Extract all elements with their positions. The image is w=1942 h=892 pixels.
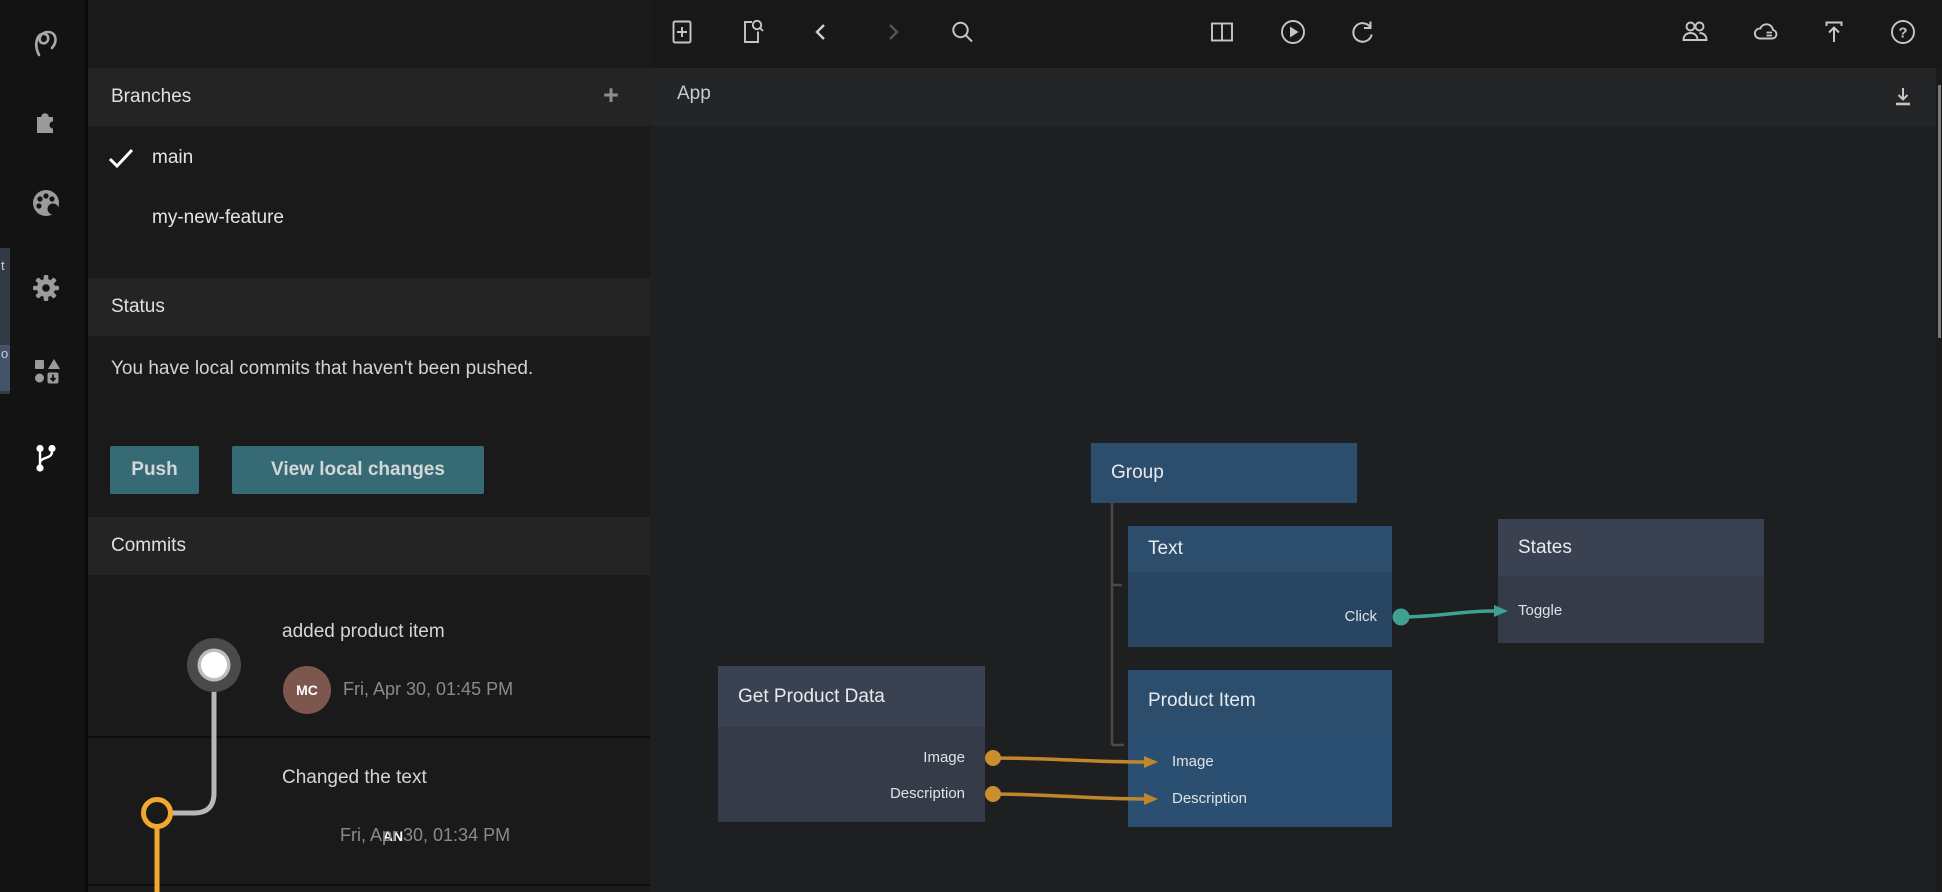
output-port-click[interactable]: Click <box>1345 607 1378 627</box>
commit-date: Fri, Apr 30, 01:34 PM <box>340 825 510 846</box>
help-icon[interactable]: ? <box>1889 18 1917 46</box>
node-title: Product Item <box>1128 670 1392 731</box>
output-port-description[interactable]: Description <box>890 784 965 804</box>
status-message: You have local commits that haven't been… <box>111 352 611 385</box>
commit-divider <box>88 736 650 738</box>
input-port-toggle[interactable]: Toggle <box>1518 601 1562 621</box>
editor-toolbar: ? <box>650 0 1942 68</box>
branch-item-my-new-feature[interactable]: my-new-feature <box>88 194 650 242</box>
clipped-text-fragment: t <box>1 258 5 273</box>
commit-divider <box>88 884 650 886</box>
push-button[interactable]: Push <box>110 446 199 494</box>
branch-name: my-new-feature <box>152 207 284 229</box>
add-node-icon[interactable] <box>668 18 696 46</box>
node-states[interactable]: States Toggle <box>1498 519 1764 643</box>
add-branch-button[interactable]: + <box>596 80 626 110</box>
view-local-changes-button[interactable]: View local changes <box>232 446 484 494</box>
branches-section-header: Branches <box>88 68 650 126</box>
commit-title: Changed the text <box>282 767 427 789</box>
background-panel-fragment: t o <box>0 248 10 394</box>
component-search-icon[interactable] <box>738 18 766 46</box>
node-title: States <box>1498 519 1764 576</box>
settings-icon[interactable] <box>30 272 62 304</box>
palette-icon[interactable] <box>30 187 62 219</box>
status-title: Status <box>111 296 165 318</box>
components-icon[interactable] <box>30 355 62 387</box>
commits-section-header: Commits <box>88 517 650 575</box>
collaborators-icon[interactable] <box>1681 18 1709 46</box>
clipped-text-fragment: o <box>1 346 8 361</box>
node-title: Get Product Data <box>718 666 985 727</box>
svg-text:?: ? <box>1898 25 1907 42</box>
deploy-icon[interactable] <box>1820 18 1848 46</box>
output-port-image[interactable]: Image <box>923 748 965 768</box>
node-title: Text <box>1128 526 1392 572</box>
split-editor-icon[interactable] <box>1208 18 1236 46</box>
download-icon[interactable] <box>1889 83 1917 111</box>
version-control-icon[interactable] <box>30 442 62 474</box>
branch-name: main <box>152 147 193 169</box>
branches-title: Branches <box>111 86 191 108</box>
noodl-logo-icon[interactable] <box>30 28 62 60</box>
input-port-image[interactable]: Image <box>1172 752 1214 772</box>
node-graph-canvas[interactable]: Group Text Click States Toggle Get Produ… <box>650 126 1942 892</box>
cloud-services-icon[interactable] <box>1751 18 1779 46</box>
commit-avatar: MC <box>283 666 331 714</box>
navigate-forward-icon[interactable] <box>879 18 907 46</box>
version-control-panel: Branches + main my-new-feature Status Yo… <box>88 0 650 892</box>
node-text[interactable]: Text Click <box>1128 526 1392 647</box>
commit-date: Fri, Apr 30, 01:45 PM <box>343 679 513 700</box>
preview-play-icon[interactable] <box>1279 18 1307 46</box>
noodl-editor-window: t o <box>0 0 1942 892</box>
status-section-header: Status <box>88 278 650 336</box>
input-port-description[interactable]: Description <box>1172 789 1247 809</box>
search-icon[interactable] <box>948 18 976 46</box>
canvas-header: App <box>650 68 1942 126</box>
navigate-back-icon[interactable] <box>807 18 835 46</box>
plus-icon: + <box>603 80 619 110</box>
node-get-product-data[interactable]: Get Product Data Image Description <box>718 666 985 822</box>
commit-title: added product item <box>282 621 445 643</box>
refresh-icon[interactable] <box>1348 18 1376 46</box>
activity-bar: t o <box>0 0 88 892</box>
node-title: Group <box>1091 443 1357 503</box>
node-product-item[interactable]: Product Item Image Description <box>1128 670 1392 827</box>
branch-item-main[interactable]: main <box>88 134 650 182</box>
checkmark-icon <box>107 146 135 175</box>
commits-title: Commits <box>111 535 186 557</box>
canvas-scrollbar-track <box>1936 68 1942 892</box>
node-group[interactable]: Group <box>1091 443 1357 503</box>
plugins-icon[interactable] <box>30 104 62 136</box>
canvas-tab-title: App <box>677 83 711 105</box>
canvas-scrollbar-thumb[interactable] <box>1938 85 1941 338</box>
